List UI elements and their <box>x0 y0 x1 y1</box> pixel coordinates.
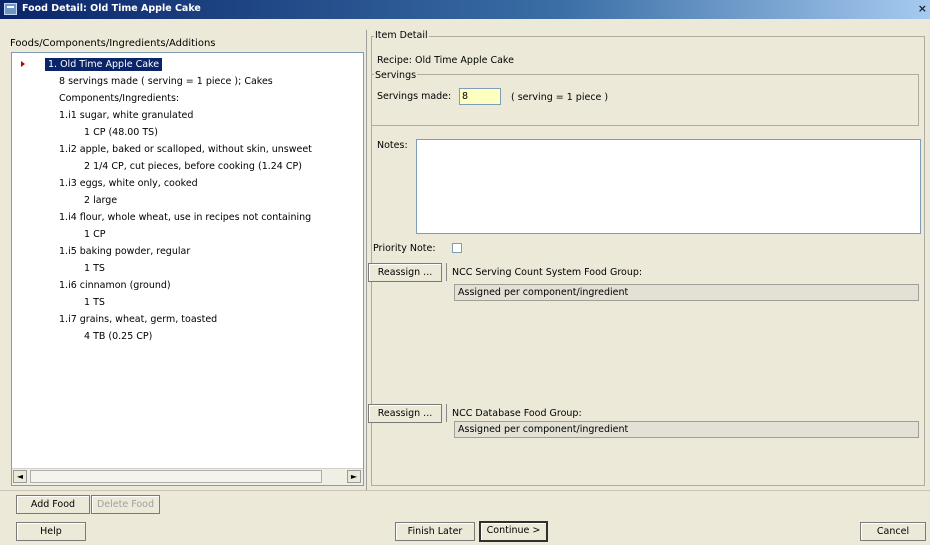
serving-count-label: NCC Serving Count System Food Group: <box>452 267 643 278</box>
notes-label: Notes: <box>377 140 408 151</box>
app-icon <box>4 3 17 15</box>
tree-item-ingredient[interactable]: 1.i7 grains, wheat, germ, toasted <box>59 313 217 326</box>
servings-group <box>371 74 919 126</box>
close-icon[interactable]: × <box>918 2 927 15</box>
separator <box>446 404 447 422</box>
tree-item-ingredient[interactable]: 1.i1 sugar, white granulated <box>59 109 193 122</box>
tree-item-amount[interactable]: 1 TS <box>84 296 105 309</box>
tree-item-ingredient[interactable]: 1.i3 eggs, white only, cooked <box>59 177 198 190</box>
title-bar: Food Detail: Old Time Apple Cake × <box>0 0 930 19</box>
tree-item-amount[interactable]: 2 large <box>84 194 117 207</box>
database-group-label: NCC Database Food Group: <box>452 408 582 419</box>
tree-item-amount[interactable]: 1 CP <box>84 228 105 241</box>
reassign-database-button[interactable]: Reassign ... <box>368 404 442 423</box>
priority-note-label: Priority Note: <box>373 243 436 254</box>
delete-food-button[interactable]: Delete Food <box>91 495 160 514</box>
notes-field[interactable] <box>416 139 921 234</box>
serving-description: ( serving = 1 piece ) <box>511 92 609 103</box>
tree-item-amount[interactable]: 1 TS <box>84 262 105 275</box>
tree-item-recipe[interactable]: 1. Old Time Apple Cake <box>45 58 163 71</box>
tree-item-ingredient[interactable]: 1.i5 baking powder, regular <box>59 245 190 258</box>
priority-note-checkbox[interactable] <box>452 243 462 253</box>
help-button[interactable]: Help <box>16 522 86 541</box>
tree-item-ingredient[interactable]: 1.i6 cinnamon (ground) <box>59 279 171 292</box>
add-food-button[interactable]: Add Food <box>16 495 90 514</box>
tree-item-ingredient[interactable]: 1.i2 apple, baked or scalloped, without … <box>59 143 312 156</box>
tree-item-amount[interactable]: 4 TB (0.25 CP) <box>84 330 152 343</box>
servings-made-label: Servings made: <box>377 91 452 102</box>
bottom-separator <box>0 490 930 491</box>
tree-header: Foods/Components/Ingredients/Additions <box>10 38 216 49</box>
current-item-arrow-icon <box>21 61 25 67</box>
tree-item-amount[interactable]: 1 CP (48.00 TS) <box>84 126 158 139</box>
finish-later-button[interactable]: Finish Later <box>395 522 475 541</box>
horizontal-scrollbar[interactable]: ◄ ► <box>12 468 363 485</box>
item-detail-label: Item Detail <box>374 30 429 41</box>
servings-made-input[interactable]: 8 <box>459 88 501 105</box>
serving-count-value: Assigned per component/ingredient <box>454 284 919 301</box>
reassign-serving-count-button[interactable]: Reassign ... <box>368 263 442 282</box>
scroll-thumb[interactable] <box>30 470 322 483</box>
pane-divider[interactable] <box>366 30 367 490</box>
window-title: Food Detail: Old Time Apple Cake <box>22 3 201 14</box>
food-tree[interactable]: 1. Old Time Apple Cake 8 servings made (… <box>11 52 364 486</box>
tree-item-ingredient[interactable]: 1.i4 flour, whole wheat, use in recipes … <box>59 211 311 224</box>
database-group-value: Assigned per component/ingredient <box>454 421 919 438</box>
tree-item-components-header[interactable]: Components/Ingredients: <box>59 92 179 105</box>
servings-group-label: Servings <box>374 70 418 81</box>
recipe-line: Recipe: Old Time Apple Cake <box>377 55 514 66</box>
tree-item-amount[interactable]: 2 1/4 CP, cut pieces, before cooking (1.… <box>84 160 302 173</box>
cancel-button[interactable]: Cancel <box>860 522 926 541</box>
separator <box>446 263 447 281</box>
continue-button[interactable]: Continue > <box>479 521 548 542</box>
scroll-right-button[interactable]: ► <box>347 470 361 483</box>
tree-item-servings[interactable]: 8 servings made ( serving = 1 piece ); C… <box>59 75 273 88</box>
scroll-left-button[interactable]: ◄ <box>13 470 27 483</box>
